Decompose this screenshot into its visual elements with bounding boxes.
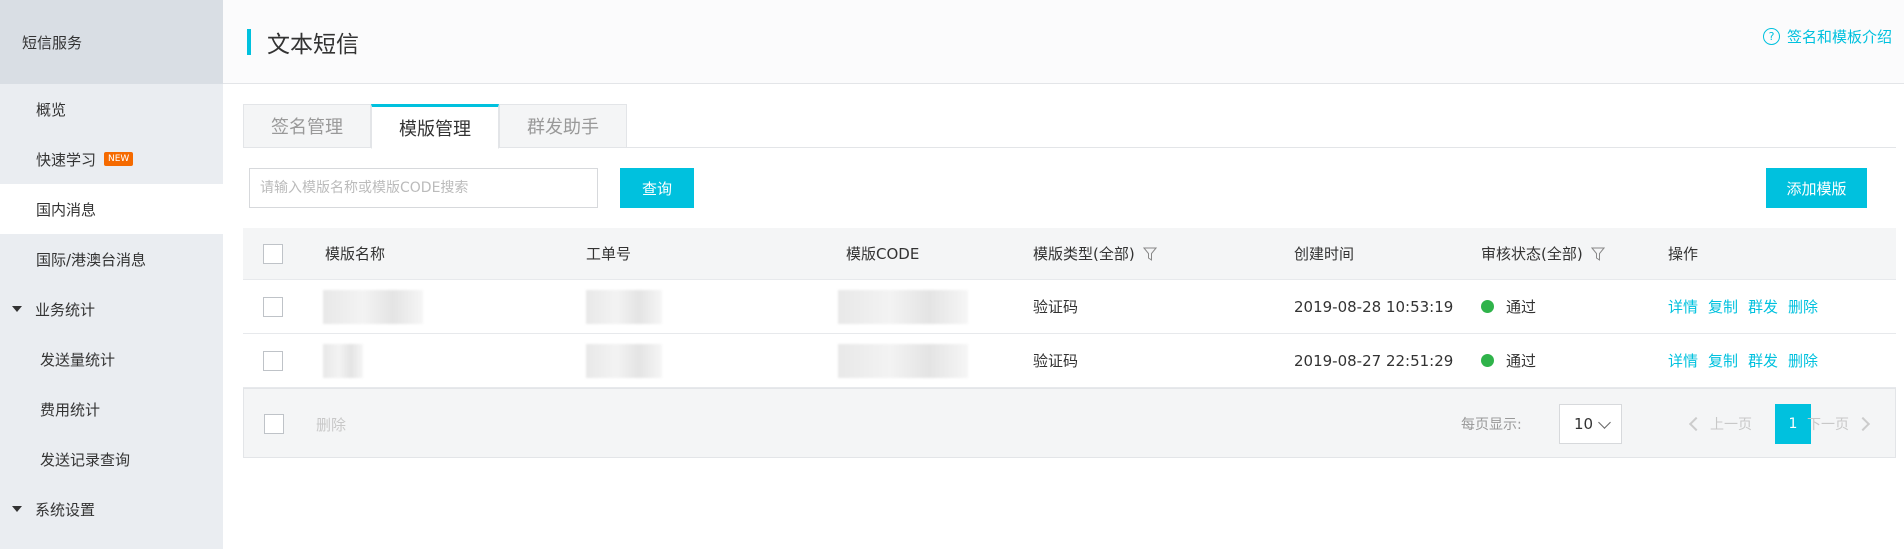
status-badge: 通过	[1481, 334, 1536, 387]
detail-link[interactable]: 详情	[1668, 296, 1698, 317]
question-icon: ?	[1762, 28, 1780, 45]
col-created-time: 创建时间	[1294, 245, 1355, 263]
table-footer: 删除 每页显示: 10 上一页 1 下一页	[243, 388, 1896, 458]
search-input[interactable]	[249, 168, 598, 208]
col-template-type[interactable]: 模版类型(全部)	[1033, 228, 1157, 279]
bulk-send-link[interactable]: 群发	[1748, 350, 1778, 371]
delete-link[interactable]: 删除	[1788, 350, 1818, 371]
template-type: 验证码	[1033, 298, 1079, 316]
status-badge: 通过	[1481, 280, 1536, 333]
sidebar-item-label: 发送记录查询	[40, 450, 131, 469]
sidebar-item-label: 国内消息	[36, 200, 97, 219]
col-ticket-no: 工单号	[586, 245, 632, 263]
caret-down-icon	[12, 306, 22, 312]
row-checkbox[interactable]	[263, 296, 283, 317]
copy-link[interactable]: 复制	[1708, 350, 1738, 371]
status-label: 通过	[1506, 298, 1537, 316]
tab-signatures[interactable]: 签名管理	[243, 104, 371, 148]
redacted-name	[323, 334, 363, 387]
per-page-select[interactable]: 10	[1559, 404, 1622, 444]
filter-icon	[1590, 247, 1605, 261]
sidebar-item-overview[interactable]: 概览	[0, 84, 223, 134]
detail-link[interactable]: 详情	[1668, 350, 1698, 371]
page-header: 文本短信 ? 签名和模板介绍	[223, 0, 1904, 84]
created-time: 2019-08-28 10:53:19	[1294, 297, 1454, 316]
row-actions: 详情 复制 群发 删除	[1668, 280, 1828, 333]
tab-bulk-send[interactable]: 群发助手	[499, 104, 627, 148]
chevron-down-icon	[1598, 416, 1611, 429]
new-badge: NEW	[104, 152, 134, 166]
sidebar-title: 短信服务	[0, 0, 223, 84]
next-page-button[interactable]: 下一页	[1807, 414, 1871, 434]
col-template-name: 模版名称	[325, 245, 386, 263]
per-page-value: 10	[1574, 415, 1594, 433]
help-link-label: 签名和模板介绍	[1786, 28, 1892, 46]
sidebar-item-domestic[interactable]: 国内消息	[0, 184, 223, 234]
chevron-left-icon	[1688, 416, 1704, 432]
delete-link[interactable]: 删除	[1788, 296, 1818, 317]
sidebar-item-quick-learn[interactable]: 快速学习 NEW	[0, 134, 223, 184]
filter-icon	[1142, 247, 1157, 261]
status-dot-icon	[1481, 354, 1494, 367]
table-row: 验证码 2019-08-28 10:53:19 通过 详情 复制 群发 删除	[243, 280, 1896, 334]
row-actions: 详情 复制 群发 删除	[1668, 334, 1828, 387]
sidebar-item-cost-stats[interactable]: 费用统计	[0, 384, 223, 434]
main-content: 文本短信 ? 签名和模板介绍 签名管理 模版管理 群发助手 查询 添加模版 模版…	[223, 0, 1904, 549]
sidebar-item-international[interactable]: 国际/港澳台消息	[0, 234, 223, 284]
created-time: 2019-08-27 22:51:29	[1294, 351, 1454, 370]
sidebar-item-label: 发送量统计	[40, 350, 116, 369]
page-title: 文本短信	[267, 31, 359, 58]
template-table: 模版名称 工单号 模版CODE 模版类型(全部) 创建时间 审核状态(全部) 操…	[243, 228, 1896, 388]
tab-templates[interactable]: 模版管理	[371, 104, 499, 149]
sidebar-group-label: 业务统计	[35, 300, 96, 319]
select-all-checkbox[interactable]	[263, 243, 283, 264]
query-button[interactable]: 查询	[620, 168, 694, 208]
bulk-delete-button[interactable]: 删除	[316, 414, 346, 435]
sidebar-item-label: 国际/港澳台消息	[36, 250, 147, 269]
tab-bar: 签名管理 模版管理 群发助手	[243, 104, 1896, 149]
redacted-code	[838, 334, 968, 387]
redacted-code	[838, 280, 968, 333]
redacted-ticket	[586, 280, 662, 333]
footer-select-all-checkbox[interactable]	[264, 414, 284, 434]
redacted-ticket	[586, 334, 662, 387]
sidebar-item-send-stats[interactable]: 发送量统计	[0, 334, 223, 384]
col-actions: 操作	[1668, 245, 1699, 263]
add-template-button[interactable]: 添加模版	[1766, 168, 1867, 208]
per-page-label: 每页显示:	[1461, 417, 1522, 433]
sidebar-item-label: 概览	[36, 100, 67, 119]
redacted-name	[323, 280, 423, 333]
prev-page-label: 上一页	[1710, 417, 1752, 433]
template-type: 验证码	[1033, 352, 1079, 370]
row-checkbox[interactable]	[263, 350, 283, 371]
copy-link[interactable]: 复制	[1708, 296, 1738, 317]
prev-page-button[interactable]: 上一页	[1688, 414, 1752, 434]
next-page-label: 下一页	[1807, 417, 1849, 433]
col-review-status-label: 审核状态(全部)	[1481, 245, 1583, 263]
sidebar-item-label: 快速学习	[36, 150, 97, 169]
bulk-send-link[interactable]: 群发	[1748, 296, 1778, 317]
sidebar-item-send-records[interactable]: 发送记录查询	[0, 434, 223, 484]
title-accent-bar	[247, 28, 251, 55]
sidebar-group-settings[interactable]: 系统设置	[0, 484, 223, 534]
col-template-code: 模版CODE	[846, 245, 920, 263]
sidebar: 短信服务 概览 快速学习 NEW 国内消息 国际/港澳台消息 业务统计 发送量统计…	[0, 0, 223, 549]
help-link[interactable]: ? 签名和模板介绍	[1762, 26, 1892, 47]
col-review-status[interactable]: 审核状态(全部)	[1481, 228, 1605, 279]
status-label: 通过	[1506, 352, 1537, 370]
table-header: 模版名称 工单号 模版CODE 模版类型(全部) 创建时间 审核状态(全部) 操…	[243, 228, 1896, 280]
sidebar-group-label: 系统设置	[35, 500, 96, 519]
col-template-type-label: 模版类型(全部)	[1033, 245, 1135, 263]
page-number-button[interactable]: 1	[1775, 404, 1811, 444]
caret-down-icon	[12, 506, 22, 512]
sidebar-group-stats[interactable]: 业务统计	[0, 284, 223, 334]
table-row: 验证码 2019-08-27 22:51:29 通过 详情 复制 群发 删除	[243, 334, 1896, 388]
chevron-right-icon	[1855, 416, 1871, 432]
sidebar-item-label: 费用统计	[40, 400, 101, 419]
status-dot-icon	[1481, 300, 1494, 313]
